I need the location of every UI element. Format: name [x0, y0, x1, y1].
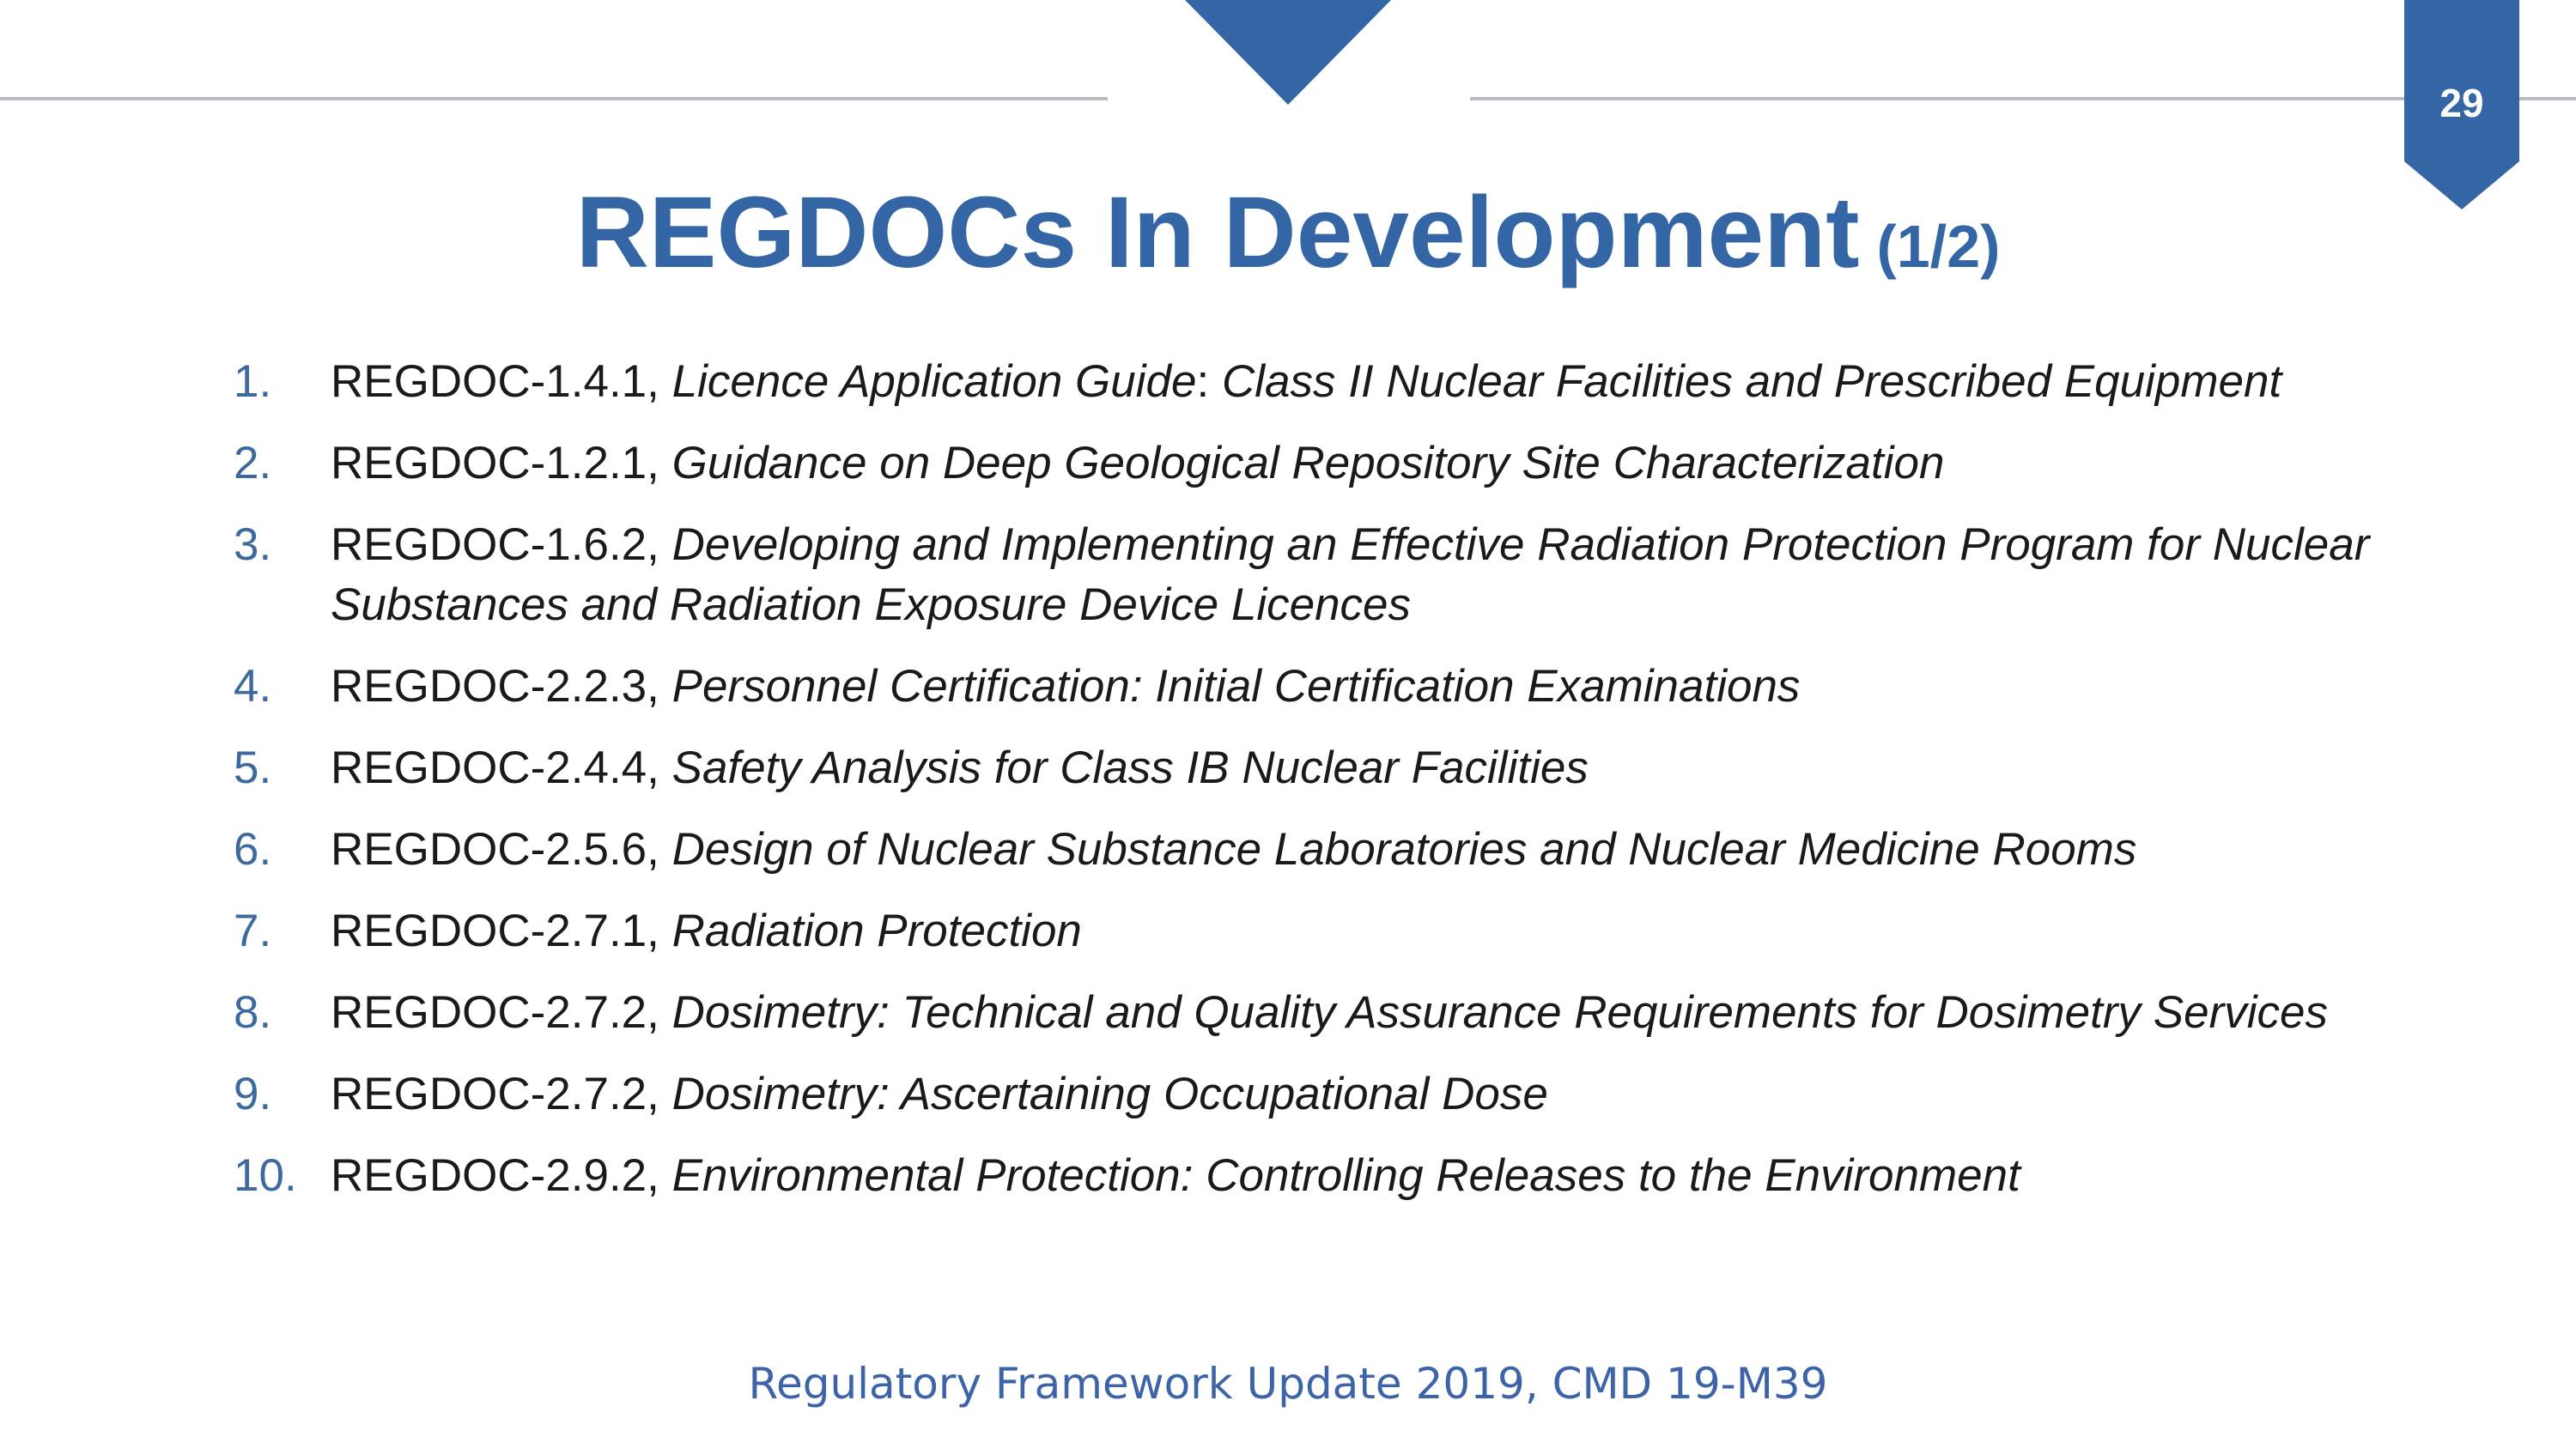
slide-title: REGDOCs In Development (1/2)	[0, 168, 2576, 311]
page-number: 29	[2439, 81, 2484, 125]
list-item: 1. REGDOC-1.4.1, Licence Application Guid…	[234, 352, 2432, 412]
slide-footer: Regulatory Framework Update 2019, CMD 19…	[748, 1359, 1828, 1409]
regdoc-code: REGDOC-1.4.1,	[331, 356, 672, 407]
list-item: 9. REGDOC-2.7.2, Dosimetry: Ascertaining …	[234, 1064, 2432, 1125]
slide-title-text: REGDOCs In Development	[575, 176, 1860, 289]
list-item: 6. REGDOC-2.5.6, Design of Nuclear Substa…	[234, 820, 2432, 880]
header-rule-left	[0, 97, 1108, 100]
regdoc-list: 1. REGDOC-1.4.1, Licence Application Guid…	[234, 352, 2432, 1228]
list-item-text: REGDOC-2.9.2, Environmental Protection: …	[331, 1146, 2432, 1206]
regdoc-title-separator: :	[1196, 356, 1222, 407]
list-item-number: 5.	[234, 743, 272, 793]
list-item: 7. REGDOC-2.7.1, Radiation Protection	[234, 901, 2432, 961]
list-item-number: 9.	[234, 1069, 272, 1119]
regdoc-title: Licence Application Guide	[671, 356, 1197, 407]
top-triangle-marker	[1185, 0, 1391, 105]
list-item-text: REGDOC-2.7.2, Dosimetry: Ascertaining Oc…	[331, 1064, 2432, 1125]
list-item-text: REGDOC-2.5.6, Design of Nuclear Substanc…	[331, 820, 2432, 880]
regdoc-code: REGDOC-1.6.2,	[331, 519, 672, 570]
regdoc-code: REGDOC-2.7.2,	[331, 987, 672, 1038]
regdoc-code: REGDOC-2.2.3,	[331, 661, 672, 712]
regdoc-title: Design of Nuclear Substance Laboratories…	[671, 824, 2137, 875]
list-item: 4. REGDOC-2.2.3, Personnel Certification:…	[234, 657, 2432, 717]
list-item-number: 4.	[234, 661, 272, 712]
list-item: 3. REGDOC-1.6.2, Developing and Implement…	[234, 515, 2432, 635]
regdoc-code: REGDOC-2.5.6,	[331, 824, 672, 875]
list-item: 8. REGDOC-2.7.2, Dosimetry: Technical and…	[234, 983, 2432, 1043]
list-item: 10. REGDOC-2.9.2, Environmental Protectio…	[234, 1146, 2432, 1206]
regdoc-code: REGDOC-2.7.2,	[331, 1069, 672, 1119]
regdoc-title: Environmental Protection: Controlling Re…	[671, 1150, 2020, 1201]
regdoc-title: Personnel Certification: Initial Certifi…	[671, 661, 1801, 712]
slide-title-part: (1/2)	[1876, 213, 2001, 280]
list-item-number: 2.	[234, 438, 272, 488]
list-item: 5. REGDOC-2.4.4, Safety Analysis for Clas…	[234, 738, 2432, 798]
list-item-number: 3.	[234, 519, 272, 570]
list-item-text: REGDOC-2.7.1, Radiation Protection	[331, 901, 2432, 961]
list-item: 2. REGDOC-1.2.1, Guidance on Deep Geologi…	[234, 433, 2432, 494]
list-item-text: REGDOC-1.2.1, Guidance on Deep Geologica…	[331, 433, 2432, 494]
list-item-number: 7.	[234, 906, 272, 956]
list-item-number: 10.	[234, 1150, 297, 1201]
regdoc-code: REGDOC-1.2.1,	[331, 438, 672, 488]
list-item-number: 8.	[234, 987, 272, 1038]
list-item-text: REGDOC-2.2.3, Personnel Certification: I…	[331, 657, 2432, 717]
list-item-text: REGDOC-1.4.1, Licence Application Guide:…	[331, 352, 2432, 412]
regdoc-code: REGDOC-2.4.4,	[331, 743, 672, 793]
list-item-number: 6.	[234, 824, 272, 875]
regdoc-title: Guidance on Deep Geological Repository S…	[671, 438, 1945, 488]
regdoc-code: REGDOC-2.9.2,	[331, 1150, 672, 1201]
regdoc-title: Dosimetry: Ascertaining Occupational Dos…	[671, 1069, 1548, 1119]
list-item-text: REGDOC-2.4.4, Safety Analysis for Class …	[331, 738, 2432, 798]
list-item-text: REGDOC-2.7.2, Dosimetry: Technical and Q…	[331, 983, 2432, 1043]
regdoc-subtitle: Class II Nuclear Facilities and Prescrib…	[1221, 356, 2282, 407]
regdoc-code: REGDOC-2.7.1,	[331, 906, 672, 956]
list-item-text: REGDOC-1.6.2, Developing and Implementin…	[331, 515, 2432, 635]
list-item-number: 1.	[234, 356, 272, 407]
regdoc-title: Dosimetry: Technical and Quality Assuran…	[671, 987, 2328, 1038]
regdoc-title: Radiation Protection	[671, 906, 1082, 956]
regdoc-title: Safety Analysis for Class IB Nuclear Fac…	[671, 743, 1589, 793]
